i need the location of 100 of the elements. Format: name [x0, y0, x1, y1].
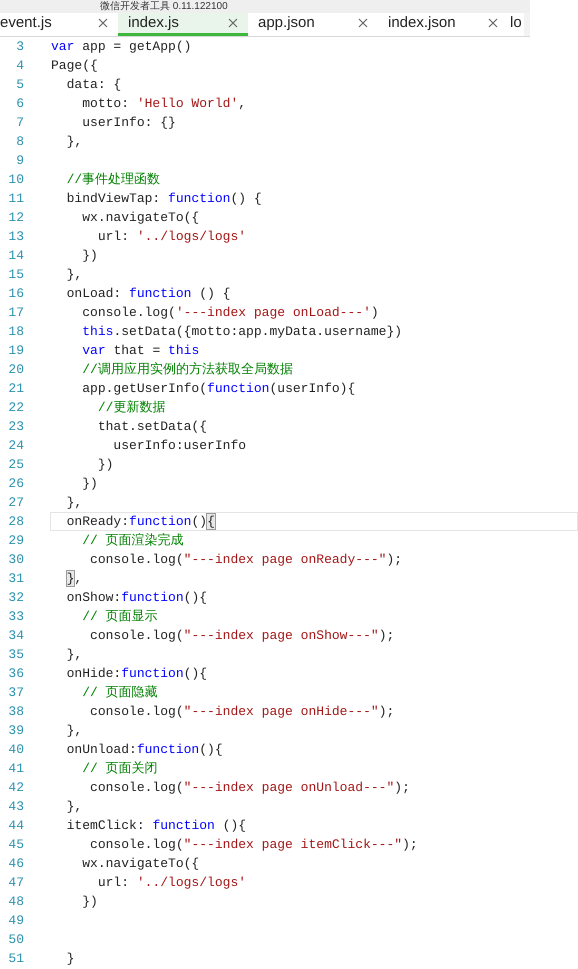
close-icon[interactable] [228, 18, 238, 28]
code-line: Page({ [50, 57, 99, 75]
line-number: 4 [15, 57, 24, 75]
line-number: 28 [7, 513, 24, 531]
code-line: userInfo:userInfo [112, 437, 248, 455]
code-line: data: { [66, 76, 122, 94]
code-line: that.setData({ [96, 418, 208, 436]
code-line: }, [66, 494, 84, 512]
line-number: 31 [7, 570, 24, 588]
line-number: 51 [7, 950, 24, 968]
close-icon[interactable] [358, 18, 368, 28]
line-number: 8 [15, 133, 24, 151]
line-number: 5 [15, 76, 24, 94]
code-line: url: '../logs/logs' [96, 228, 248, 246]
line-number: 17 [7, 304, 24, 322]
line-number: 20 [7, 361, 24, 379]
line-number: 42 [7, 779, 24, 797]
line-number: 39 [7, 722, 24, 740]
line-number: 6 [15, 95, 24, 113]
file-tab[interactable]: index.js [118, 13, 248, 36]
code-line: app.getUserInfo(function(userInfo){ [81, 380, 356, 398]
line-number: 41 [7, 760, 24, 778]
code-line: itemClick: function (){ [66, 817, 248, 835]
code-line: wx.navigateTo({ [81, 209, 200, 227]
code-line: console.log("---index page onUnload---"); [89, 779, 411, 797]
line-number: 35 [7, 646, 24, 664]
code-line: console.log("---index page itemClick---"); [89, 836, 419, 854]
line-number: 25 [7, 456, 24, 474]
code-line: }) [81, 247, 99, 265]
line-number: 15 [7, 266, 24, 284]
line-number: 32 [7, 589, 24, 607]
code-line: console.log("---index page onHide---"); [89, 703, 396, 721]
line-number: 37 [7, 684, 24, 702]
window-title: 微信开发者工具 0.11.122100 [100, 1, 228, 13]
line-number: 43 [7, 798, 24, 816]
code-line: console.log("---index page onReady---"); [89, 551, 404, 569]
code-line: }, [66, 133, 84, 151]
code-line: this.setData({motto:app.myData.username}) [81, 323, 404, 341]
line-number: 34 [7, 627, 24, 645]
code-line: }, [66, 266, 84, 284]
code-line: }) [81, 475, 99, 493]
line-number: 19 [7, 342, 24, 360]
file-tab[interactable]: event.js [0, 13, 118, 36]
line-number: 16 [7, 285, 24, 303]
line-number: 36 [7, 665, 24, 683]
code-line: // 页面关闭 [81, 760, 159, 778]
code-line: userInfo: {} [81, 114, 177, 132]
line-number: 40 [7, 741, 24, 759]
line-number: 29 [7, 532, 24, 550]
line-number: 46 [7, 855, 24, 873]
code-line: wx.navigateTo({ [81, 855, 200, 873]
close-icon[interactable] [488, 18, 498, 28]
code-line: // 页面隐藏 [81, 684, 159, 702]
line-number: 50 [7, 931, 24, 949]
line-number: 14 [7, 247, 24, 265]
code-line: console.log("---index page onShow---"); [89, 627, 396, 645]
line-number: 30 [7, 551, 24, 569]
line-number: 3 [15, 38, 24, 56]
close-icon[interactable] [98, 18, 108, 28]
code-line: bindViewTap: function() { [66, 190, 263, 208]
line-number: 9 [15, 152, 24, 170]
code-line: } [66, 950, 76, 968]
code-line: url: '../logs/logs' [96, 874, 248, 892]
code-line: }, [66, 798, 84, 816]
line-number: 10 [7, 171, 24, 189]
line-number: 23 [7, 418, 24, 436]
line-number: 27 [7, 494, 24, 512]
code-line: onShow:function(){ [66, 589, 208, 607]
code-line: onUnload:function(){ [66, 741, 224, 759]
code-line: var app = getApp() [50, 38, 192, 56]
code-line: console.log('---index page onLoad---') [81, 304, 380, 322]
code-line: //调用应用实例的方法获取全局数据 [81, 361, 294, 379]
file-tab[interactable]: index.json [378, 13, 508, 36]
file-tab[interactable]: app.json [248, 13, 378, 36]
code-line: }) [96, 456, 114, 474]
line-number: 45 [7, 836, 24, 854]
code-line: var that = this [81, 342, 200, 360]
line-number: 26 [7, 475, 24, 493]
code-line: onHide:function(){ [66, 665, 208, 683]
line-number: 38 [7, 703, 24, 721]
line-number: 11 [7, 190, 24, 208]
line-number: 13 [7, 228, 24, 246]
code-line: }) [81, 893, 99, 911]
code-line: }, [66, 722, 84, 740]
line-number: 48 [7, 893, 24, 911]
line-number: 21 [7, 380, 24, 398]
line-number: 18 [7, 323, 24, 341]
line-number: 49 [7, 912, 24, 930]
code-line: //事件处理函数 [66, 171, 162, 189]
code-line: }, [66, 570, 84, 588]
code-line: // 页面渲染完成 [81, 532, 185, 550]
file-tab[interactable]: lo [508, 13, 524, 36]
line-number: 44 [7, 817, 24, 835]
line-number: 12 [7, 209, 24, 227]
code-line: onLoad: function () { [66, 285, 232, 303]
line-number: 22 [7, 399, 24, 417]
line-number: 47 [7, 874, 24, 892]
line-number: 7 [15, 114, 24, 132]
line-number: 24 [7, 437, 24, 455]
code-line: //更新数据 [96, 399, 166, 417]
